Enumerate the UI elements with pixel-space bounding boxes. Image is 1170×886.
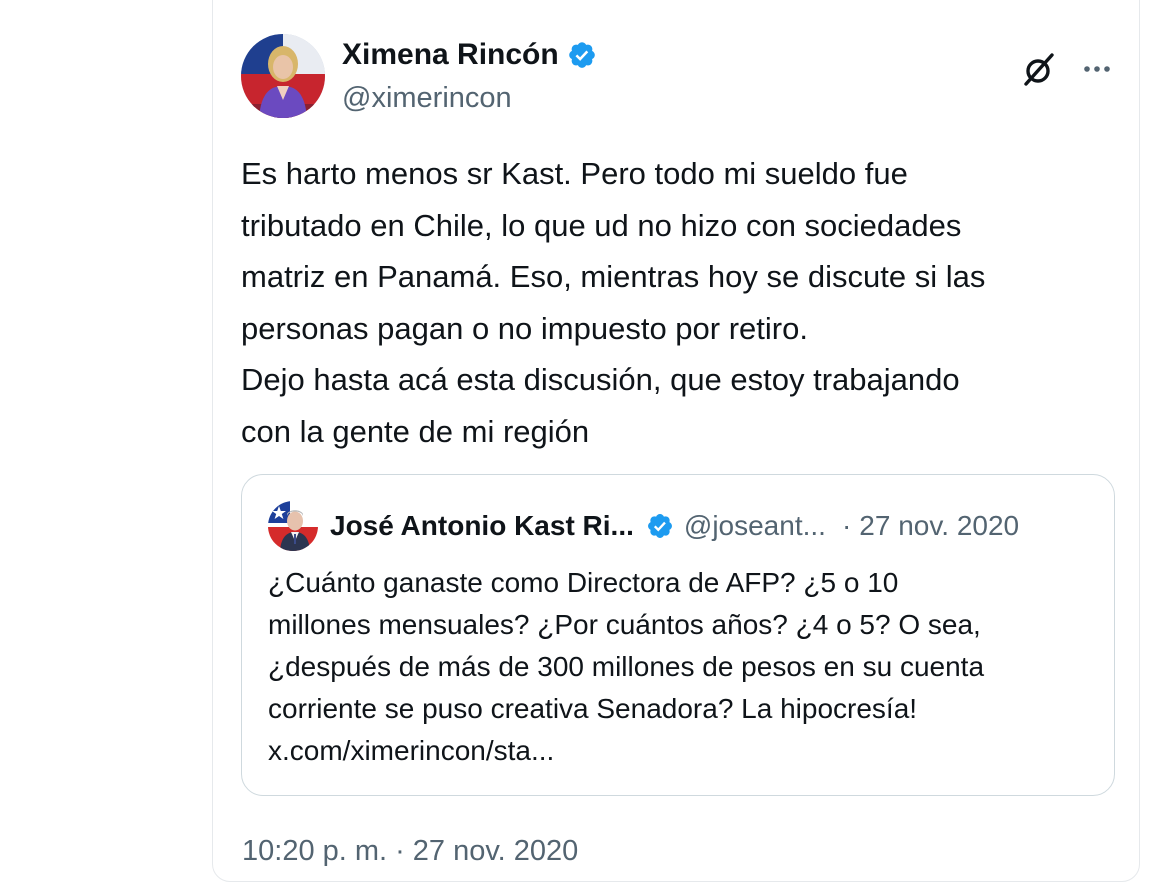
- tweet-text-line: Dejo hasta acá esta discusión, que estoy…: [241, 362, 960, 397]
- tweet-text: Es harto menos sr Kast. Pero todo mi sue…: [241, 148, 1121, 457]
- tweet-date[interactable]: 27 nov. 2020: [413, 832, 579, 870]
- quoted-avatar-image: [268, 501, 318, 551]
- avatar-image: [241, 34, 325, 118]
- author-name-row[interactable]: Ximena Rincón: [342, 37, 597, 73]
- tweet-text-line: tributado en Chile, lo que ud no hizo co…: [241, 207, 962, 243]
- quoted-date[interactable]: 27 nov. 2020: [859, 510, 1019, 542]
- grok-icon[interactable]: [1020, 50, 1058, 88]
- more-options-icon[interactable]: [1080, 52, 1114, 86]
- quoted-verified-badge-icon: [647, 514, 672, 538]
- tweet-timestamp[interactable]: 10:20 p. m. · 27 nov. 2020: [242, 832, 578, 870]
- tweet-text-line: con la gente de mi región: [241, 413, 590, 449]
- verified-badge-icon: [568, 42, 595, 68]
- tweet-text-line: Es harto menos sr Kast. Pero todo mi sue…: [241, 156, 908, 191]
- tweet-text-line: matriz en Panamá. Eso, mientras hoy se d…: [241, 259, 986, 294]
- quoted-text-line: ¿después de más de 300 millones de pesos…: [268, 651, 985, 682]
- quoted-text-line: corriente se puso creativa Senadora? La …: [268, 693, 918, 724]
- quoted-author-name[interactable]: José Antonio Kast Ri...: [330, 510, 634, 542]
- author-handle[interactable]: @ximerincon: [342, 80, 512, 116]
- quoted-tweet-text: ¿Cuánto ganaste como Directora de AFP? ¿…: [268, 562, 1098, 772]
- quoted-text-link[interactable]: x.com/ximerincon/sta...: [268, 730, 1098, 772]
- author-avatar[interactable]: [241, 34, 325, 118]
- timestamp-separator: ·: [395, 835, 405, 867]
- quoted-text-line: millones mensuales? ¿Por cuántos años? ¿…: [268, 609, 981, 640]
- author-name[interactable]: Ximena Rincón: [342, 37, 559, 73]
- quoted-separator: ·: [841, 510, 852, 541]
- quoted-text-line: ¿Cuánto ganaste como Directora de AFP? ¿…: [268, 567, 899, 598]
- quoted-author-handle[interactable]: @joseant...: [684, 510, 826, 542]
- tweet-text-line: personas pagan o no impuesto por retiro.: [241, 310, 808, 346]
- tweet-time[interactable]: 10:20 p. m.: [242, 832, 387, 870]
- quoted-tweet-header: José Antonio Kast Ri... @joseant... · 27…: [330, 506, 1019, 546]
- quoted-author-avatar[interactable]: [268, 501, 318, 551]
